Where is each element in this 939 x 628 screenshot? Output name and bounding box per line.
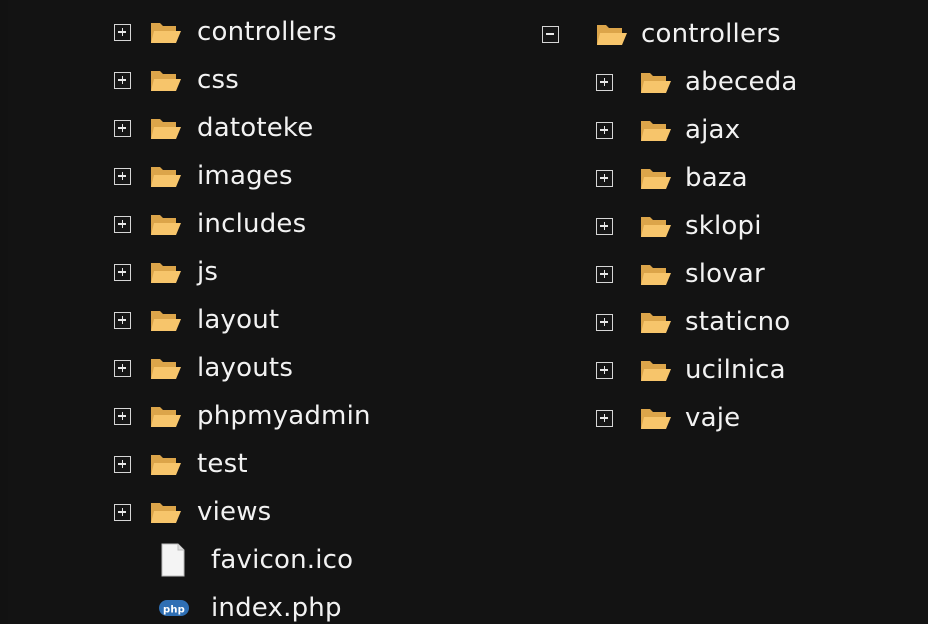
- expand-icon[interactable]: [114, 71, 131, 89]
- expand-icon[interactable]: [114, 263, 131, 281]
- tree-item-label: vaje: [685, 403, 741, 433]
- folder-icon: [151, 167, 181, 187]
- tree-item-favicon[interactable]: favicon.ico: [158, 540, 353, 580]
- tree-item-layouts[interactable]: layouts: [114, 348, 293, 388]
- folder-icon: [641, 169, 671, 189]
- expand-icon[interactable]: [114, 119, 131, 137]
- folder-icon: [151, 407, 181, 427]
- window-frame-edge: [928, 0, 939, 628]
- folder-icon: [151, 455, 181, 475]
- expand-icon[interactable]: [114, 215, 131, 233]
- window-frame-edge: [0, 624, 939, 628]
- expand-icon[interactable]: [114, 407, 131, 425]
- folder-icon: [641, 217, 671, 237]
- php-badge-text: php: [163, 605, 185, 616]
- expand-icon[interactable]: [596, 265, 613, 283]
- tree-item-controllers[interactable]: controllers: [114, 12, 337, 52]
- tree-item-label: css: [197, 65, 239, 95]
- expand-icon[interactable]: [114, 503, 131, 521]
- tree-item-css[interactable]: css: [114, 60, 239, 100]
- tree-item-label: slovar: [685, 259, 765, 289]
- tree-item-vaje[interactable]: vaje: [596, 398, 740, 438]
- tree-item-label: staticno: [685, 307, 791, 337]
- expand-icon[interactable]: [596, 217, 613, 235]
- folder-icon: [641, 361, 671, 381]
- folder-icon: [151, 119, 181, 139]
- folder-tree-right: controllers abeceda ajax baza sklopi slo…: [508, 0, 928, 628]
- tree-item-label: ucilnica: [685, 355, 786, 385]
- tree-item-slovar[interactable]: slovar: [596, 254, 765, 294]
- tree-item-label: views: [197, 497, 272, 527]
- expand-icon[interactable]: [596, 313, 613, 331]
- tree-item-label: abeceda: [685, 67, 798, 97]
- expand-icon[interactable]: [596, 121, 613, 139]
- tree-item-datoteke[interactable]: datoteke: [114, 108, 313, 148]
- tree-item-label: datoteke: [197, 113, 314, 143]
- tree-item-test[interactable]: test: [114, 444, 248, 484]
- expand-icon[interactable]: [596, 169, 613, 187]
- tree-item-includes[interactable]: includes: [114, 204, 306, 244]
- file-icon: [161, 543, 185, 577]
- explorer-window: controllers css datoteke images includes…: [0, 0, 939, 628]
- folder-icon: [151, 359, 181, 379]
- folder-icon: [641, 409, 671, 429]
- tree-item-label: ajax: [685, 115, 741, 145]
- tree-item-layout[interactable]: layout: [114, 300, 279, 340]
- folder-icon: [151, 503, 181, 523]
- folder-icon: [641, 73, 671, 93]
- folder-icon: [151, 263, 181, 283]
- expand-icon[interactable]: [114, 311, 131, 329]
- tree-item-label: favicon.ico: [211, 545, 354, 575]
- tree-item-label: sklopi: [685, 211, 762, 241]
- expand-icon[interactable]: [114, 167, 131, 185]
- tree-item-label: layout: [197, 305, 280, 335]
- folder-tree-left: controllers css datoteke images includes…: [8, 0, 508, 628]
- expand-icon[interactable]: [596, 409, 613, 427]
- tree-item-label: baza: [685, 163, 748, 193]
- tree-item-label: controllers: [197, 17, 337, 47]
- folder-icon: [641, 121, 671, 141]
- tree-item-label: layouts: [197, 353, 294, 383]
- tree-item-images[interactable]: images: [114, 156, 293, 196]
- expand-icon[interactable]: [596, 73, 613, 91]
- php-file-icon: php: [159, 600, 189, 616]
- expand-icon[interactable]: [114, 455, 131, 473]
- folder-open-icon: [597, 25, 627, 45]
- tree-item-label: js: [197, 257, 219, 287]
- tree-item-js[interactable]: js: [114, 252, 218, 292]
- folder-icon: [151, 215, 181, 235]
- expand-icon[interactable]: [114, 23, 131, 41]
- tree-item-staticno[interactable]: staticno: [596, 302, 790, 342]
- folder-icon: [641, 265, 671, 285]
- tree-item-views[interactable]: views: [114, 492, 271, 532]
- tree-item-abeceda[interactable]: abeceda: [596, 62, 798, 102]
- tree-item-ajax[interactable]: ajax: [596, 110, 740, 150]
- folder-icon: [151, 23, 181, 43]
- tree-item-controllers-root[interactable]: controllers: [542, 14, 781, 54]
- tree-item-label: index.php: [211, 593, 342, 623]
- tree-item-label: phpmyadmin: [197, 401, 371, 431]
- folder-icon: [641, 313, 671, 333]
- folder-icon: [151, 71, 181, 91]
- tree-item-index-php[interactable]: php index.php: [158, 588, 342, 628]
- tree-item-label: controllers: [641, 19, 781, 49]
- collapse-icon[interactable]: [542, 25, 559, 43]
- expand-icon[interactable]: [596, 361, 613, 379]
- folder-icon: [151, 311, 181, 331]
- tree-item-label: includes: [197, 209, 307, 239]
- expand-icon[interactable]: [114, 359, 131, 377]
- tree-item-label: images: [197, 161, 293, 191]
- tree-item-label: test: [197, 449, 248, 479]
- tree-item-baza[interactable]: baza: [596, 158, 748, 198]
- tree-item-ucilnica[interactable]: ucilnica: [596, 350, 786, 390]
- tree-item-phpmyadmin[interactable]: phpmyadmin: [114, 396, 371, 436]
- tree-item-sklopi[interactable]: sklopi: [596, 206, 762, 246]
